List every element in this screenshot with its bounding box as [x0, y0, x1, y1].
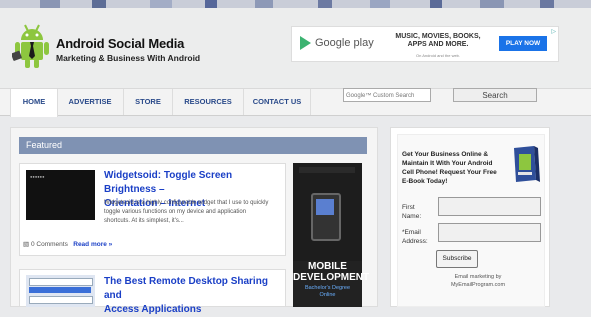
comments-count[interactable]: 0 Comments [31, 241, 68, 248]
ad-line4: Online [319, 292, 336, 298]
thumbnail-row [29, 278, 93, 286]
site-title[interactable]: Android Social Media [56, 36, 184, 51]
ad-line2: DEVELOPMENT [293, 272, 370, 283]
search-button[interactable]: Search [453, 88, 537, 102]
email-label: *Email Address: [402, 228, 428, 246]
nav-advertise[interactable]: ADVERTISE [57, 89, 124, 115]
thumbnail-row [29, 296, 93, 304]
read-more-link[interactable]: Read more » [73, 241, 112, 248]
ad-subtext: On Android and the web. [415, 53, 461, 58]
optin-heading-line1: Get Your Business Online & [402, 151, 489, 158]
email-label-line2: Address: [402, 238, 428, 245]
thumbnail-row [29, 287, 91, 293]
thumbnail-statusbar: ●●●●●● [30, 174, 45, 179]
play-now-button[interactable]: PLAY NOW [499, 36, 547, 51]
ad-line3: Bachelor's Degree [304, 285, 351, 291]
post-thumbnail[interactable] [26, 275, 95, 307]
ad-headline: MUSIC, MOVIES, BOOKS, APPS AND MORE. [388, 33, 488, 49]
nav-resources[interactable]: RESOURCES [173, 89, 244, 115]
subscribe-button[interactable]: Subscribe [436, 250, 478, 268]
optin-heading: Get Your Business Online & Maintain It W… [402, 150, 502, 186]
google-play-icon [300, 36, 311, 50]
google-play-brand: Google play [300, 36, 374, 50]
email-note-line1: Email marketing by [454, 274, 502, 280]
post-excerpt-line1: Widgetsoid is a highly configurable widg… [104, 200, 269, 206]
android-logo-icon[interactable] [12, 22, 52, 70]
top-stripe [0, 0, 591, 8]
nav-home[interactable]: HOME [10, 89, 58, 117]
ad-line1: MOBILE [308, 261, 347, 272]
ebook-cover-icon [514, 146, 540, 182]
site-tagline: Marketing & Business With Android [56, 53, 201, 63]
optin-heading-line2: Maintain It With Your Android [402, 160, 493, 167]
post-title[interactable]: The Best Remote Desktop Sharing and Acce… [104, 275, 286, 317]
phone-icon [311, 193, 341, 241]
first-name-label-line2: Name: [402, 213, 422, 220]
email-note-link[interactable]: MyEmailProgram.com [438, 281, 518, 289]
post-meta: ▧ 0 Comments Read more » [23, 240, 112, 248]
comment-icon: ▧ [23, 241, 30, 248]
post-title-line2[interactable]: Access Applications [104, 303, 286, 317]
featured-heading: Featured [19, 137, 367, 154]
email-label-line1: *Email [402, 229, 421, 236]
ad-banner: MOBILE DEVELOPMENT Bachelor's Degree Onl… [293, 261, 370, 307]
post-excerpt-line3: shortcuts. At its simplest, it's... [104, 218, 184, 224]
ad-phone-statusbar [299, 167, 355, 173]
google-play-label: Google play [315, 36, 374, 49]
nav-store[interactable]: STORE [124, 89, 173, 115]
first-name-label-line1: First [402, 204, 415, 211]
ad-headline-line2: APPS AND MORE. [407, 41, 469, 48]
ad-headline-line1: MUSIC, MOVIES, BOOKS, [395, 33, 481, 40]
phone-screen [316, 199, 334, 215]
mobile-development-ad[interactable]: MOBILE DEVELOPMENT Bachelor's Degree Onl… [293, 163, 370, 307]
post-excerpt: Widgetsoid is a highly configurable widg… [104, 199, 284, 226]
nav-contact-us[interactable]: CONTACT US [244, 89, 311, 115]
first-name-label: First Name: [402, 203, 421, 221]
optin-heading-line4: E-Book Today! [402, 178, 448, 185]
adchoices-icon[interactable]: ▷ [551, 28, 556, 35]
post-title-line1[interactable]: Widgetsoid: Toggle Screen Brightness – [104, 169, 286, 197]
email-marketing-note: Email marketing by MyEmailProgram.com [438, 273, 518, 289]
first-name-input[interactable] [438, 197, 541, 216]
post-thumbnail[interactable]: ●●●●●● [26, 170, 95, 220]
optin-heading-line3: Cell Phone! Request Your Free [402, 169, 497, 176]
post-title-line1[interactable]: The Best Remote Desktop Sharing and [104, 275, 286, 303]
email-input[interactable] [438, 223, 541, 242]
post-excerpt-line2: toggle various functions on my device an… [104, 209, 247, 215]
google-play-ad[interactable]: Google play MUSIC, MOVIES, BOOKS, APPS A… [291, 26, 559, 62]
search-input[interactable]: Google™ Custom Search [343, 88, 431, 102]
